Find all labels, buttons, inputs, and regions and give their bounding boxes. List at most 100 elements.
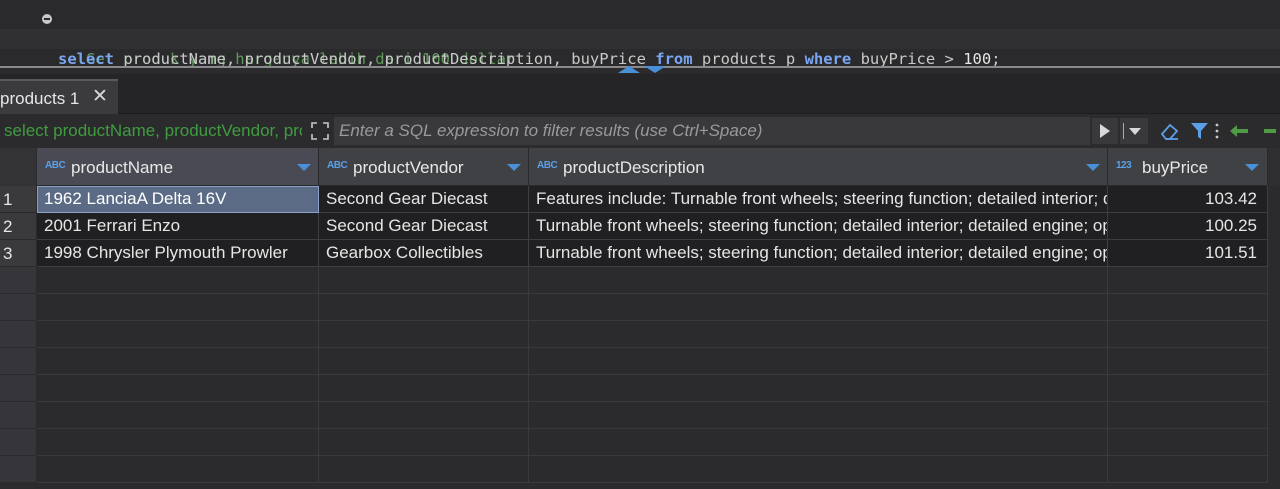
- column-header-buyPrice[interactable]: 123 buyPrice: [1108, 148, 1268, 186]
- numeric-type-icon: 123: [1116, 160, 1132, 171]
- row-number[interactable]: 2: [0, 213, 37, 240]
- close-icon[interactable]: ✕: [92, 87, 108, 107]
- empty-row: [0, 348, 1280, 375]
- sql-editor[interactable]: -- Get produk yang harganya lebih dari 1…: [0, 0, 1280, 68]
- grid-header: ABC productName ABC productVendor ABC pr…: [0, 148, 1280, 186]
- back-arrow-icon[interactable]: [1228, 120, 1252, 142]
- table-row[interactable]: 1 1962 LanciaA Delta 16V Second Gear Die…: [0, 186, 1280, 213]
- empty-cell: [529, 375, 1108, 402]
- empty-cell: [319, 348, 529, 375]
- string-type-icon: ABC: [45, 160, 66, 171]
- empty-cell: [37, 456, 319, 483]
- cell-productName[interactable]: 2001 Ferrari Enzo: [37, 213, 319, 240]
- column-name: productDescription: [563, 158, 705, 177]
- forward-arrow-icon[interactable]: [1262, 120, 1280, 142]
- results-grid[interactable]: ABC productName ABC productVendor ABC pr…: [0, 148, 1280, 489]
- row-number: [0, 456, 37, 483]
- sort-arrow-icon[interactable]: [507, 164, 521, 171]
- empty-cell: [319, 402, 529, 429]
- empty-cell: [319, 267, 529, 294]
- cell-productDescription[interactable]: Turnable front wheels; steering function…: [529, 240, 1108, 267]
- results-tab-bar: products 1 ✕: [0, 74, 1280, 114]
- empty-cell: [319, 321, 529, 348]
- fold-toggle-icon[interactable]: [42, 14, 52, 24]
- restore-editor-icon[interactable]: [644, 66, 666, 73]
- row-number[interactable]: 1: [0, 186, 37, 213]
- column-header-productVendor[interactable]: ABC productVendor: [319, 148, 529, 186]
- empty-cell: [529, 267, 1108, 294]
- empty-cell: [1108, 348, 1268, 375]
- row-number[interactable]: 3: [0, 240, 37, 267]
- row-number: [0, 348, 37, 375]
- empty-row: [0, 402, 1280, 429]
- empty-cell: [37, 348, 319, 375]
- empty-cell: [37, 321, 319, 348]
- empty-cell: [529, 321, 1108, 348]
- empty-cell: [529, 456, 1108, 483]
- empty-cell: [37, 429, 319, 456]
- eraser-icon[interactable]: [1158, 120, 1182, 142]
- column-header-productDescription[interactable]: ABC productDescription: [529, 148, 1108, 186]
- empty-cell: [1108, 402, 1268, 429]
- cell-productName[interactable]: 1998 Chrysler Plymouth Prowler: [37, 240, 319, 267]
- filter-input[interactable]: [334, 117, 1090, 145]
- cell-productVendor[interactable]: Gearbox Collectibles: [319, 240, 529, 267]
- row-number: [0, 294, 37, 321]
- empty-cell: [37, 294, 319, 321]
- column-name: buyPrice: [1142, 158, 1209, 177]
- row-number: [0, 429, 37, 456]
- query-history-text[interactable]: select productName, productVendor, produ…: [0, 118, 302, 144]
- sort-arrow-icon[interactable]: [1086, 164, 1100, 171]
- empty-row: [0, 321, 1280, 348]
- empty-cell: [1108, 294, 1268, 321]
- empty-cell: [1108, 321, 1268, 348]
- filter-bar: select productName, productVendor, produ…: [0, 114, 1280, 148]
- column-name: productVendor: [353, 158, 464, 177]
- editor-line-comment[interactable]: -- Get produk yang harganya lebih dari 1…: [0, 9, 1280, 68]
- maximize-results-icon[interactable]: [618, 66, 640, 73]
- row-number: [0, 375, 37, 402]
- empty-cell: [1108, 456, 1268, 483]
- empty-cell: [319, 456, 529, 483]
- cell-productVendor[interactable]: Second Gear Diecast: [319, 186, 529, 213]
- column-header-productName[interactable]: ABC productName: [37, 148, 319, 186]
- row-number: [0, 402, 37, 429]
- empty-row: [0, 267, 1280, 294]
- cell-buyPrice[interactable]: 100.25: [1108, 213, 1268, 240]
- empty-row: [0, 429, 1280, 456]
- empty-cell: [37, 402, 319, 429]
- table-row[interactable]: 3 1998 Chrysler Plymouth Prowler Gearbox…: [0, 240, 1280, 267]
- table-row[interactable]: 2 2001 Ferrari Enzo Second Gear Diecast …: [0, 213, 1280, 240]
- cell-buyPrice[interactable]: 103.42: [1108, 186, 1268, 213]
- empty-cell: [1108, 429, 1268, 456]
- empty-cell: [319, 294, 529, 321]
- empty-cell: [1108, 375, 1268, 402]
- filter-history-dropdown[interactable]: [1120, 118, 1148, 144]
- empty-row: [0, 375, 1280, 402]
- row-number: [0, 267, 37, 294]
- empty-row: [0, 294, 1280, 321]
- empty-cell: [319, 429, 529, 456]
- empty-cell: [529, 348, 1108, 375]
- grid-corner[interactable]: [0, 148, 37, 186]
- apply-filter-button[interactable]: [1092, 118, 1118, 144]
- sort-arrow-icon[interactable]: [1245, 164, 1259, 171]
- sort-arrow-icon[interactable]: [297, 164, 311, 171]
- expand-icon[interactable]: [310, 121, 330, 141]
- splitter-toggle[interactable]: [616, 66, 670, 74]
- cell-productDescription[interactable]: Turnable front wheels; steering function…: [529, 213, 1108, 240]
- cell-productName[interactable]: 1962 LanciaA Delta 16V: [37, 186, 319, 213]
- editor-line-query[interactable]: select productName, productVendor, produ…: [0, 29, 1280, 68]
- cell-buyPrice[interactable]: 101.51: [1108, 240, 1268, 267]
- empty-cell: [529, 294, 1108, 321]
- funnel-icon[interactable]: [1188, 120, 1212, 142]
- cell-productDescription[interactable]: Features include: Turnable front wheels;…: [529, 186, 1108, 213]
- tab-products-1[interactable]: products 1 ✕: [0, 79, 118, 114]
- row-number: [0, 321, 37, 348]
- cell-productVendor[interactable]: Second Gear Diecast: [319, 213, 529, 240]
- tab-label: products 1: [0, 89, 80, 108]
- empty-cell: [37, 375, 319, 402]
- string-type-icon: ABC: [327, 160, 348, 171]
- empty-cell: [319, 375, 529, 402]
- empty-cell: [529, 402, 1108, 429]
